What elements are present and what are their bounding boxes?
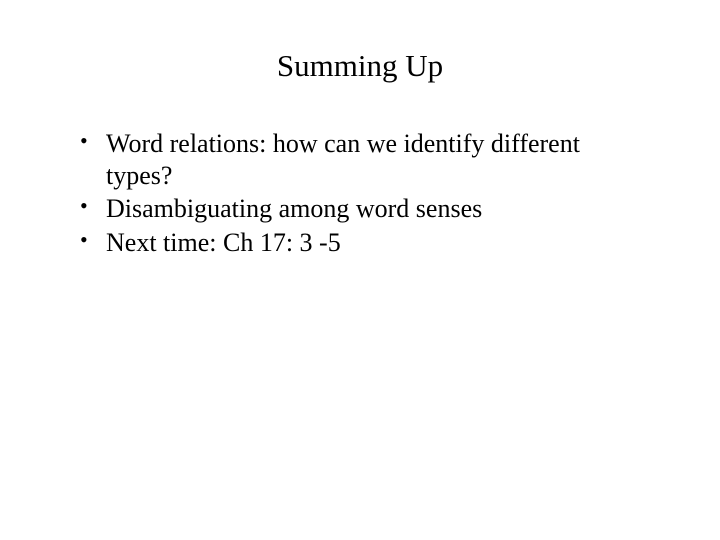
list-item: Disambiguating among word senses	[80, 193, 652, 225]
bullet-list: Word relations: how can we identify diff…	[68, 128, 652, 259]
slide-title: Summing Up	[68, 48, 652, 84]
list-item: Word relations: how can we identify diff…	[80, 128, 652, 191]
list-item: Next time: Ch 17: 3 -5	[80, 227, 652, 259]
slide: Summing Up Word relations: how can we id…	[0, 0, 720, 540]
